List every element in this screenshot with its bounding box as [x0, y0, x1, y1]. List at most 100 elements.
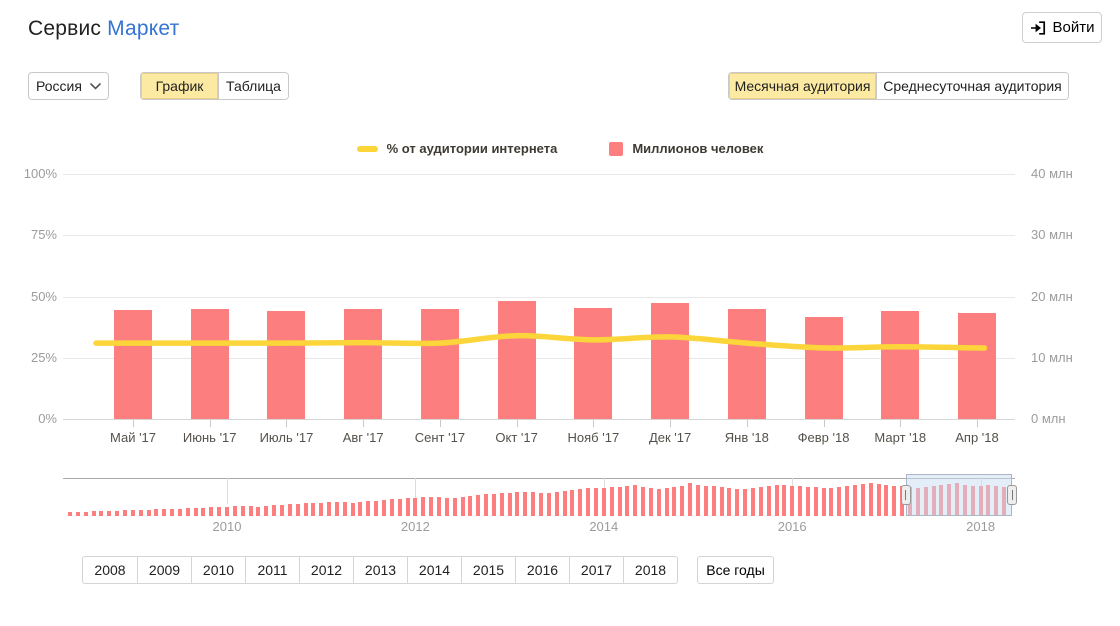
timeline-bar: [805, 487, 810, 516]
timeline-bar: [570, 490, 575, 516]
timeline-bar: [790, 486, 795, 516]
timeline-bar: [91, 511, 96, 516]
year-button[interactable]: 2018: [623, 557, 677, 583]
timeline-bar: [601, 488, 606, 516]
timeline-bar: [633, 485, 638, 516]
timeline-bar: [170, 509, 175, 516]
timeline-bar: [287, 504, 292, 516]
timeline-bar: [468, 496, 473, 516]
brush-handle-right[interactable]: [1007, 485, 1017, 505]
year-button[interactable]: 2017: [569, 557, 623, 583]
timeline-bar: [358, 502, 363, 516]
timeline-bar: [154, 509, 159, 516]
timeline-bar: [884, 485, 889, 516]
timeline-year-label: 2016: [777, 519, 807, 534]
timeline-bar: [578, 489, 583, 516]
year-button[interactable]: 2011: [245, 557, 299, 583]
timeline-bar: [860, 484, 865, 516]
timeline-year-label: 2012: [400, 519, 430, 534]
timeline-year-label: 2014: [589, 519, 619, 534]
timeline-bar: [680, 486, 685, 516]
timeline-bar: [444, 498, 449, 516]
timeline-bar: [107, 511, 112, 516]
timeline-bar: [813, 487, 818, 516]
timeline-bar: [853, 485, 857, 516]
timeline-bar: [248, 506, 253, 516]
timeline-bar: [876, 484, 881, 516]
timeline-bar: [696, 485, 700, 516]
timeline-brush[interactable]: [905, 474, 1012, 516]
year-button[interactable]: 2016: [515, 557, 569, 583]
timeline-bar: [83, 512, 88, 516]
year-button[interactable]: 2012: [299, 557, 353, 583]
timeline-bar: [782, 485, 787, 516]
timeline-bar: [429, 497, 434, 516]
brush-handle-left[interactable]: [900, 485, 911, 505]
timeline-bar: [240, 506, 245, 516]
timeline-bar: [421, 497, 426, 516]
timeline-bar: [75, 512, 80, 516]
radar-service-page: Сервис Маркет Войти Россия График Таблица …: [0, 0, 1120, 626]
timeline-bar: [342, 502, 347, 516]
timeline-bar: [758, 487, 763, 516]
year-button[interactable]: 2013: [353, 557, 407, 583]
timeline-bar: [491, 494, 496, 516]
timeline-bar: [743, 489, 748, 516]
timeline-bar: [436, 497, 441, 516]
timeline-bar: [531, 492, 536, 516]
timeline-bar: [735, 489, 740, 516]
timeline-bar: [68, 512, 72, 516]
timeline-bar: [201, 508, 206, 516]
timeline-minichart: 2010 2012 2014 2016 2018: [0, 0, 1120, 626]
timeline-bar: [711, 486, 716, 516]
timeline-bar: [656, 489, 661, 516]
timeline-bar: [515, 492, 520, 516]
year-button[interactable]: 2014: [407, 557, 461, 583]
timeline-bar: [484, 494, 489, 516]
timeline-bar: [217, 507, 222, 516]
timeline-bar: [366, 501, 371, 516]
timeline-bar: [177, 509, 182, 516]
year-button-group: 2008 2009 2010 2011 2012 2013 2014 2015 2016 2017…: [82, 556, 678, 584]
timeline-bar: [374, 501, 379, 516]
timeline-bar: [586, 488, 591, 516]
timeline-bar: [821, 488, 826, 516]
timeline-bar: [99, 511, 104, 516]
timeline-bar: [539, 493, 543, 516]
timeline-bar: [609, 487, 614, 516]
timeline-bar: [303, 503, 308, 516]
timeline-bar: [688, 483, 693, 516]
timeline-bar: [319, 503, 324, 516]
timeline-bar: [641, 487, 646, 516]
year-button[interactable]: 2008: [83, 557, 137, 583]
timeline-bar: [648, 488, 653, 516]
timeline-bar: [397, 499, 402, 516]
timeline-bar: [264, 506, 269, 516]
timeline-bar: [892, 486, 897, 516]
timeline-bar: [225, 507, 229, 516]
all-years-button[interactable]: Все годы: [697, 556, 774, 584]
timeline-bar: [256, 507, 261, 516]
timeline-bar: [868, 483, 873, 516]
timeline-year-label: 2010: [212, 519, 242, 534]
timeline-bar: [295, 504, 300, 516]
year-button[interactable]: 2010: [191, 557, 245, 583]
timeline-bar: [562, 491, 567, 516]
timeline-bar: [664, 488, 669, 516]
timeline-bar: [452, 498, 457, 516]
timeline-bar: [334, 502, 339, 516]
year-button[interactable]: 2015: [461, 557, 515, 583]
timeline-bar: [499, 493, 504, 516]
timeline-bar: [382, 500, 386, 516]
timeline-bar: [138, 510, 143, 516]
timeline-bar: [829, 488, 834, 516]
timeline-bar: [209, 507, 214, 516]
timeline-bar: [617, 487, 622, 516]
timeline-bar: [766, 486, 771, 516]
timeline-bar: [389, 499, 394, 516]
timeline-bar: [703, 486, 708, 516]
timeline-bar: [727, 488, 732, 516]
timeline-bar: [350, 503, 355, 516]
timeline-bar: [460, 497, 465, 516]
year-button[interactable]: 2009: [137, 557, 191, 583]
